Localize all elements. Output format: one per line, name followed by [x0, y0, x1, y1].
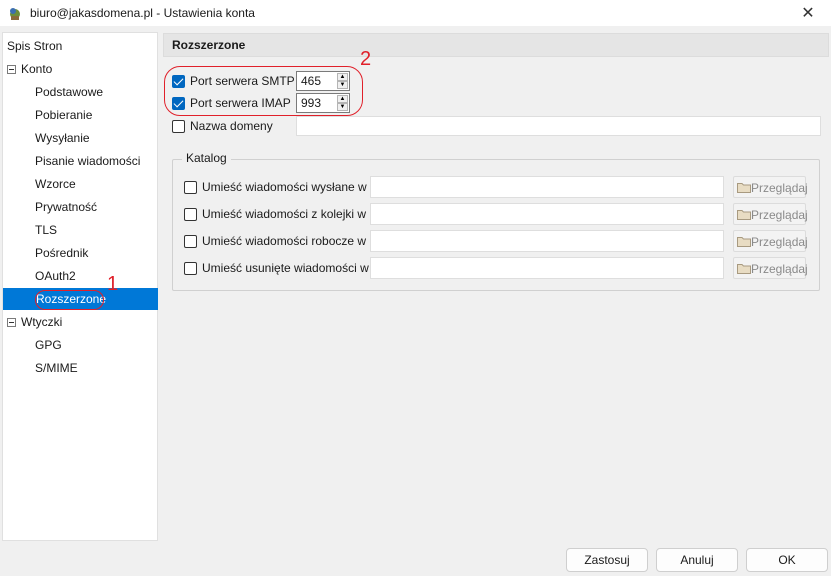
close-icon: ✕ [801, 5, 815, 22]
ok-button[interactable]: OK [746, 548, 828, 572]
annotation-ellipse-2 [164, 66, 363, 116]
apply-button[interactable]: Zastosuj [566, 548, 648, 572]
folder-icon [737, 237, 751, 247]
browse-drafts-label: Przeglądaj [751, 235, 808, 249]
sent-folder-checkbox[interactable] [184, 181, 197, 194]
trash-folder-checkbox[interactable] [184, 262, 197, 275]
trash-folder-label: Umieść usunięte wiadomości w [202, 261, 369, 275]
folder-icon [737, 264, 751, 274]
sent-folder-input[interactable] [370, 176, 724, 198]
annotation-ellipse-1 [35, 290, 104, 310]
sidebar-item-pobieranie[interactable]: Pobieranie [35, 104, 92, 126]
close-button[interactable]: ✕ [785, 0, 831, 26]
sidebar-item-prywatnosc[interactable]: Prywatność [35, 196, 97, 218]
annotation-number-1: 1 [107, 273, 119, 295]
browse-trash-button[interactable]: Przeglądaj [733, 257, 808, 279]
browse-queue-button[interactable]: Przeglądaj [733, 203, 808, 225]
browse-trash-label: Przeglądaj [751, 262, 808, 276]
folder-icon [737, 210, 751, 220]
browse-queue-label: Przeglądaj [751, 208, 808, 222]
sidebar-item-tls[interactable]: TLS [35, 219, 57, 241]
queue-folder-label: Umieść wiadomości z kolejki w [202, 207, 367, 221]
sidebar-group-wtyczki[interactable]: Wtyczki [21, 311, 62, 333]
drafts-folder-label: Umieść wiadomości robocze w [202, 234, 367, 248]
tree-root[interactable]: Spis Stron [7, 35, 62, 57]
sidebar-item-podstawowe[interactable]: Podstawowe [35, 81, 103, 103]
sidebar-item-posrednik[interactable]: Pośrednik [35, 242, 88, 264]
window-title: biuro@jakasdomena.pl - Ustawienia konta [30, 6, 255, 20]
sidebar-item-pisanie[interactable]: Pisanie wiadomości [35, 150, 140, 172]
app-icon [10, 8, 20, 20]
browse-sent-button[interactable]: Przeglądaj [733, 176, 808, 198]
domain-label: Nazwa domeny [190, 119, 273, 133]
folder-icon [737, 183, 751, 193]
sidebar-tree[interactable]: Spis Stron Konto Podstawowe Pobieranie W… [2, 32, 158, 541]
sidebar-item-wysylanie[interactable]: Wysyłanie [35, 127, 90, 149]
sidebar-item-gpg[interactable]: GPG [35, 334, 62, 356]
drafts-folder-checkbox[interactable] [184, 235, 197, 248]
trash-folder-input[interactable] [370, 257, 724, 279]
queue-folder-input[interactable] [370, 203, 724, 225]
catalog-group-title: Katalog [182, 151, 231, 165]
sent-folder-label: Umieść wiadomości wysłane w [202, 180, 367, 194]
sidebar-item-oauth2[interactable]: OAuth2 [35, 265, 76, 287]
collapse-konto-icon[interactable] [7, 65, 16, 74]
title-bar: biuro@jakasdomena.pl - Ustawienia konta … [0, 0, 831, 26]
browse-drafts-button[interactable]: Przeglądaj [733, 230, 808, 252]
browse-sent-label: Przeglądaj [751, 181, 808, 195]
sidebar-group-konto[interactable]: Konto [21, 58, 52, 80]
drafts-folder-input[interactable] [370, 230, 724, 252]
domain-checkbox[interactable] [172, 120, 185, 133]
domain-input[interactable] [296, 116, 821, 136]
queue-folder-checkbox[interactable] [184, 208, 197, 221]
collapse-wtyczki-icon[interactable] [7, 318, 16, 327]
annotation-number-2: 2 [360, 48, 372, 70]
sidebar-item-wzorce[interactable]: Wzorce [35, 173, 76, 195]
cancel-button[interactable]: Anuluj [656, 548, 738, 572]
panel-header: Rozszerzone [163, 33, 829, 57]
page-title: Rozszerzone [172, 38, 246, 52]
sidebar-item-smime[interactable]: S/MIME [35, 357, 78, 379]
